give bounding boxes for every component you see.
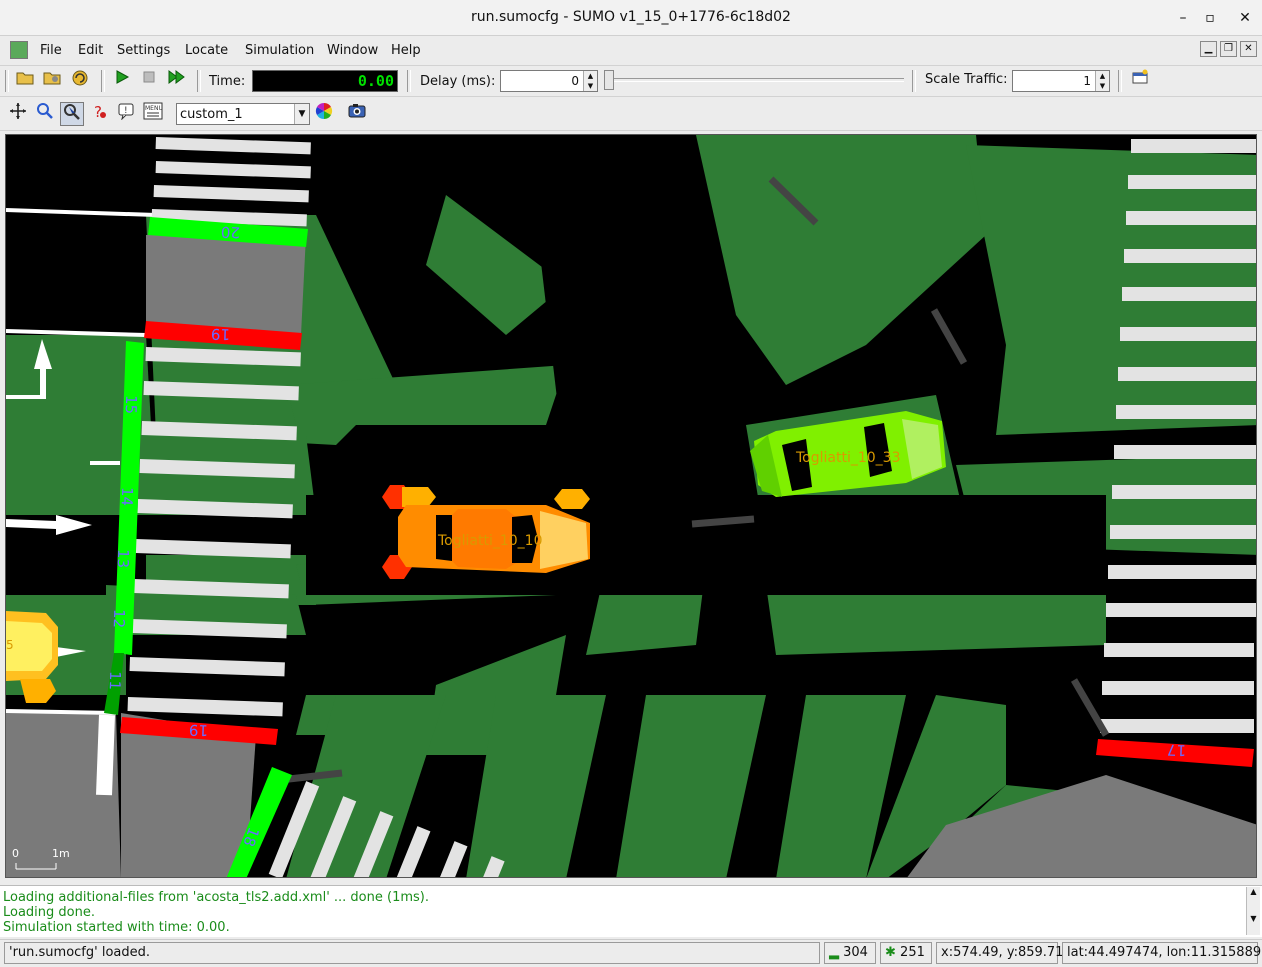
person-count-value: 251 xyxy=(900,945,925,960)
geo-coords: lat:44.497474, lon:11.315889 xyxy=(1062,942,1261,964)
toolbar-grip[interactable] xyxy=(1118,70,1122,92)
person-icon: ✱ xyxy=(885,945,896,960)
network-drawing: 20 19 15 14 13 12 11 19 17 18 5 Togliatt… xyxy=(6,135,1256,877)
menu-locate[interactable]: Locate xyxy=(185,43,228,58)
message-line: Loading done. xyxy=(3,905,95,920)
locate-tls-icon[interactable]: ? xyxy=(87,102,111,126)
time-value: 0.00 xyxy=(357,72,394,90)
title-bar: run.sumocfg - SUMO v1_15_0+1776-6c18d02 … xyxy=(0,0,1262,36)
vehicle-count-value: 304 xyxy=(843,945,868,960)
tls-label: 5 xyxy=(6,638,14,652)
simulation-view[interactable]: 20 19 15 14 13 12 11 19 17 18 5 Togliatt… xyxy=(5,134,1257,878)
menu-edit[interactable]: Edit xyxy=(78,43,103,58)
tls-label: 20 xyxy=(221,223,241,242)
open-network-icon[interactable] xyxy=(40,69,64,93)
maximize-button[interactable]: ▫ xyxy=(1199,7,1221,29)
message-window: Loading additional-files from 'acosta_tl… xyxy=(0,885,1262,937)
tls-label: 11 xyxy=(106,671,125,691)
vehicle-label: Togliatti_10_33 xyxy=(795,450,900,466)
simulation-toolbar: Time: 0.00 Delay (ms): 0 ▲ ▼ Scale Traffi… xyxy=(0,65,1262,97)
message-scrollbar[interactable]: ▲ ▼ xyxy=(1246,887,1260,935)
toolbar-grip[interactable] xyxy=(197,70,201,92)
message-line: Loading additional-files from 'acosta_tl… xyxy=(3,890,429,905)
svg-text:!: ! xyxy=(124,106,128,116)
delay-spinner[interactable]: 0 ▲ ▼ xyxy=(500,70,598,92)
tooltip-icon[interactable]: ! xyxy=(114,102,138,126)
scale-traffic-value: 1 xyxy=(1083,74,1091,88)
car-icon: ▂ xyxy=(829,945,839,960)
toolbar-grip[interactable] xyxy=(407,70,411,92)
toolbar-grip[interactable] xyxy=(912,70,916,92)
status-bar: 'run.sumocfg' loaded. ▂ 304 ✱ 251 x:574.… xyxy=(0,939,1262,965)
new-view-icon[interactable] xyxy=(1128,69,1152,93)
menu-file[interactable]: File xyxy=(40,43,62,58)
delay-label: Delay (ms): xyxy=(420,74,496,89)
mdi-close-button[interactable]: ✕ xyxy=(1240,41,1257,57)
mdi-minimize-button[interactable]: ▁ xyxy=(1200,41,1217,57)
scale-traffic-spinner[interactable]: 1 ▲ ▼ xyxy=(1012,70,1110,92)
tls-label: 19 xyxy=(211,325,231,344)
close-button[interactable]: ✕ xyxy=(1234,7,1256,29)
color-wheel-icon[interactable] xyxy=(312,102,336,126)
vehicle-label: Togliatti_10_10 xyxy=(437,533,542,549)
menu-bar: File Edit Settings Locate Simulation Win… xyxy=(0,38,1262,64)
scale-zero: 0 xyxy=(12,847,19,860)
screenshot-icon[interactable] xyxy=(345,102,369,126)
stop-icon[interactable] xyxy=(137,69,161,93)
app-icon[interactable] xyxy=(10,41,28,59)
delay-value: 0 xyxy=(571,74,579,88)
menu-window[interactable]: Window xyxy=(327,43,378,58)
window-title: run.sumocfg - SUMO v1_15_0+1776-6c18d02 xyxy=(471,9,791,25)
tls-label: 12 xyxy=(110,609,129,629)
menu-help[interactable]: Help xyxy=(391,43,421,58)
svg-text:?: ? xyxy=(94,103,102,120)
time-label: Time: xyxy=(209,74,246,89)
tls-label: 14 xyxy=(118,487,137,507)
toolbar-grip[interactable] xyxy=(101,70,105,92)
cursor-coords: x:574.49, y:859.71 xyxy=(936,942,1063,964)
menu-simulation[interactable]: Simulation xyxy=(245,43,314,58)
scale-traffic-label: Scale Traffic: xyxy=(925,72,1008,87)
recenter-icon[interactable] xyxy=(6,102,30,126)
run-icon[interactable] xyxy=(110,69,134,93)
time-display: 0.00 xyxy=(252,70,398,92)
locate-junction-icon[interactable] xyxy=(60,102,84,126)
tls-label: 19 xyxy=(189,721,209,740)
open-folder-icon[interactable] xyxy=(13,69,37,93)
menu-icon[interactable]: MENU xyxy=(141,102,165,126)
tls-label: 13 xyxy=(114,549,133,569)
minimize-button[interactable]: – xyxy=(1172,7,1194,29)
view-toolbar: ? ! MENU custom_1 ▼ xyxy=(0,99,1262,131)
delay-slider-thumb[interactable] xyxy=(604,70,614,90)
tls-label: 17 xyxy=(1167,741,1187,760)
status-message: 'run.sumocfg' loaded. xyxy=(4,942,820,964)
vehicle-count[interactable]: ▂ 304 xyxy=(824,942,876,964)
toolbar-grip[interactable] xyxy=(5,70,9,92)
zoom-icon[interactable] xyxy=(33,102,57,126)
delay-slider-track[interactable] xyxy=(608,78,904,82)
tls-label: 15 xyxy=(122,395,141,415)
menu-settings[interactable]: Settings xyxy=(117,43,170,58)
viewport-scheme-select[interactable]: custom_1 ▼ xyxy=(176,103,310,125)
viewport-scheme-value: custom_1 xyxy=(180,107,243,122)
step-icon[interactable] xyxy=(164,69,188,93)
chevron-down-icon[interactable]: ▼ xyxy=(294,104,309,124)
spinner-arrows-icon[interactable]: ▲ ▼ xyxy=(583,71,597,91)
svg-text:MENU: MENU xyxy=(145,105,163,112)
message-line: Simulation started with time: 0.00. xyxy=(3,920,230,935)
mdi-restore-button[interactable]: ❐ xyxy=(1220,41,1237,57)
person-count[interactable]: ✱ 251 xyxy=(880,942,932,964)
reload-icon[interactable] xyxy=(68,69,92,93)
scale-unit: 1m xyxy=(52,847,70,860)
spinner-arrows-icon[interactable]: ▲ ▼ xyxy=(1095,71,1109,91)
